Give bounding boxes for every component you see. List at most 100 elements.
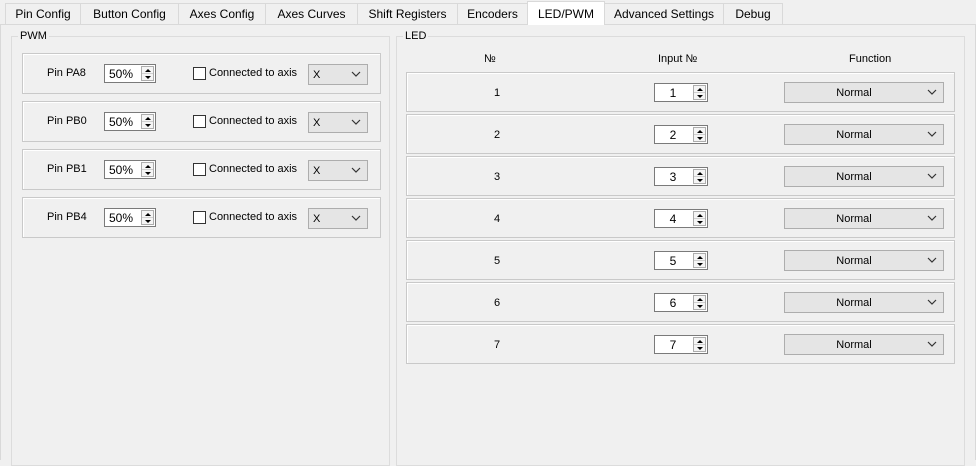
spin-down-icon[interactable] [694,93,705,100]
spin-down-icon[interactable] [694,345,705,352]
chevron-down-icon [927,89,937,95]
spin-arrows[interactable] [693,253,706,268]
spin-arrows[interactable] [141,162,154,177]
spin-down-icon[interactable] [694,177,705,184]
pwm-value-spinbox[interactable]: 50% [104,208,156,227]
pwm-row: Pin PB1 50% Connected to axis X [22,149,381,190]
tab-label: Shift Registers [368,7,447,21]
spin-arrows[interactable] [693,337,706,352]
tab-label: Advanced Settings [613,7,715,21]
axis-select-value: X [313,117,321,129]
led-function-select[interactable]: Normal [784,250,944,271]
tab-pin-config[interactable]: Pin Config [5,3,81,24]
led-input-spinbox[interactable]: 6 [654,293,708,312]
spin-up-icon[interactable] [142,211,153,218]
spin-down-icon[interactable] [142,74,153,81]
led-function-select[interactable]: Normal [784,82,944,103]
pwm-row: Pin PB4 50% Connected to axis X [22,197,381,238]
spin-arrows[interactable] [693,295,706,310]
led-input-spinbox[interactable]: 1 [654,83,708,102]
pwm-row: Pin PA8 50% Connected to axis X [22,53,381,94]
led-number: 3 [493,171,501,183]
led-input-spinbox[interactable]: 7 [654,335,708,354]
spin-up-icon[interactable] [694,86,705,93]
led-function-select[interactable]: Normal [784,292,944,313]
chevron-down-icon [351,119,361,125]
spin-up-icon[interactable] [694,212,705,219]
spin-arrows[interactable] [141,114,154,129]
spin-up-icon[interactable] [142,67,153,74]
led-function-select[interactable]: Normal [784,166,944,187]
led-input-spinbox[interactable]: 5 [654,251,708,270]
spin-up-icon[interactable] [142,115,153,122]
led-function-value: Normal [836,255,872,267]
axis-select-value: X [313,213,321,225]
spin-down-icon[interactable] [694,219,705,226]
spin-up-icon[interactable] [142,163,153,170]
tab-axes-config[interactable]: Axes Config [178,3,266,24]
connected-to-axis-checkbox[interactable] [193,211,206,224]
connected-to-axis-checkbox[interactable] [193,115,206,128]
tab-led-pwm[interactable]: LED/PWM [527,1,605,25]
tab-button-config[interactable]: Button Config [80,3,179,24]
spin-down-icon[interactable] [142,170,153,177]
tab-axes-curves[interactable]: Axes Curves [265,3,358,24]
spin-down-icon[interactable] [694,261,705,268]
spin-up-icon[interactable] [694,338,705,345]
spin-arrows[interactable] [693,85,706,100]
axis-select[interactable]: X [308,64,368,85]
tab-label: Axes Config [189,7,255,21]
led-input-spinbox[interactable]: 4 [654,209,708,228]
led-header-input: Input № [658,53,698,65]
pin-label: Pin PA8 [47,67,86,79]
pwm-group-title: PWM [18,29,49,43]
spin-arrows[interactable] [141,66,154,81]
led-function-select[interactable]: Normal [784,334,944,355]
spin-down-icon[interactable] [142,122,153,129]
led-number: 2 [493,129,501,141]
tab-label: Axes Curves [277,7,346,21]
spin-up-icon[interactable] [694,254,705,261]
led-function-select[interactable]: Normal [784,124,944,145]
spin-up-icon[interactable] [694,170,705,177]
pwm-value-spinbox[interactable]: 50% [104,112,156,131]
led-input-value: 6 [669,296,677,310]
tab-debug[interactable]: Debug [723,3,783,24]
spin-arrows[interactable] [693,169,706,184]
axis-select[interactable]: X [308,208,368,229]
led-row: 3 3 Normal [406,156,955,196]
led-header-num: № [484,53,496,65]
chevron-down-icon [927,299,937,305]
spin-down-icon[interactable] [694,303,705,310]
spin-down-icon[interactable] [694,135,705,142]
led-number: 7 [493,339,501,351]
pwm-value-spinbox[interactable]: 50% [104,64,156,83]
spin-arrows[interactable] [693,127,706,142]
axis-select[interactable]: X [308,112,368,133]
spin-arrows[interactable] [693,211,706,226]
led-input-spinbox[interactable]: 2 [654,125,708,144]
spin-up-icon[interactable] [694,296,705,303]
connected-to-axis-checkbox[interactable] [193,163,206,176]
led-function-select[interactable]: Normal [784,208,944,229]
tab-advanced-settings[interactable]: Advanced Settings [604,3,724,24]
led-row: 2 2 Normal [406,114,955,154]
tab-shift-registers[interactable]: Shift Registers [357,3,458,24]
led-function-value: Normal [836,171,872,183]
led-input-value: 4 [669,212,677,226]
axis-select[interactable]: X [308,160,368,181]
led-input-value: 2 [669,128,677,142]
connected-to-axis-label: Connected to axis [209,211,298,223]
led-input-spinbox[interactable]: 3 [654,167,708,186]
spin-down-icon[interactable] [142,218,153,225]
tab-encoders[interactable]: Encoders [457,3,528,24]
spin-arrows[interactable] [141,210,154,225]
pwm-value-spinbox[interactable]: 50% [104,160,156,179]
spin-up-icon[interactable] [694,128,705,135]
axis-select-value: X [313,69,321,81]
connected-to-axis-label: Connected to axis [209,115,298,127]
pin-label: Pin PB1 [47,163,87,175]
connected-to-axis-checkbox[interactable] [193,67,206,80]
chevron-down-icon [927,173,937,179]
led-function-value: Normal [836,339,872,351]
